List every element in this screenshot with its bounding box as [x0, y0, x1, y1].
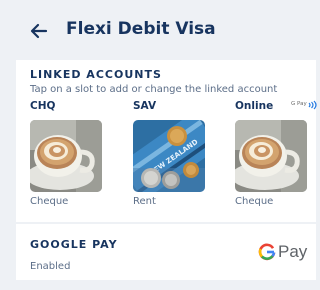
slot-label: Online	[235, 100, 274, 112]
slot-account-name: Cheque	[235, 196, 274, 207]
slot-account-name: Rent	[133, 196, 156, 207]
contactless-icon	[308, 100, 317, 110]
google-pay-status: Enabled	[30, 261, 71, 272]
linked-accounts-heading: LINKED ACCOUNTS	[30, 68, 162, 81]
page-title: Flexi Debit Visa	[66, 19, 216, 39]
slot-account-name: Cheque	[30, 196, 69, 207]
slot-sav[interactable]: SAV NEW ZEALAND Rent	[133, 100, 213, 212]
slot-label: CHQ	[30, 100, 56, 112]
google-g-icon	[258, 243, 276, 261]
gpay-badge: G Pay	[291, 101, 307, 107]
slot-online[interactable]: Online G Pay Cheque	[235, 100, 317, 212]
linked-accounts-card: LINKED ACCOUNTS Tap on a slot to add or …	[16, 60, 317, 222]
google-pay-card[interactable]: GOOGLE PAY Enabled Pay	[16, 224, 316, 280]
google-pay-heading: GOOGLE PAY	[30, 238, 118, 251]
pay-text: Pay	[278, 242, 308, 261]
arrow-left-icon	[30, 23, 48, 39]
coffee-image	[235, 120, 307, 192]
banknotes-coins-image: NEW ZEALAND	[133, 120, 205, 192]
coffee-image	[30, 120, 102, 192]
app-header: Flexi Debit Visa	[0, 0, 316, 60]
slot-label: SAV	[133, 100, 157, 112]
google-pay-logo: Pay	[258, 242, 307, 262]
back-button[interactable]	[28, 20, 50, 42]
linked-accounts-hint: Tap on a slot to add or change the linke…	[30, 84, 278, 95]
slot-chq[interactable]: CHQ Cheque	[30, 100, 110, 212]
